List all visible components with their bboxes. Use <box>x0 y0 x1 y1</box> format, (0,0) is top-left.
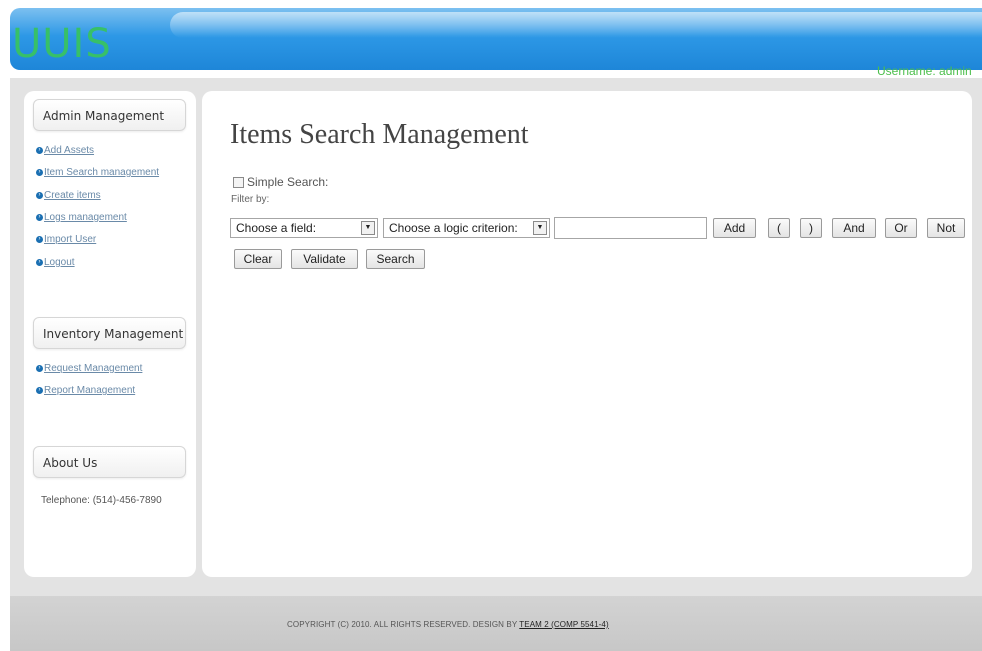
app-logo: UUIS <box>12 21 112 67</box>
sidebar-item-label: Add Assets <box>44 145 95 156</box>
sidebar-heading-about: About Us <box>33 446 186 478</box>
arrow-bullet-icon: › <box>36 386 43 394</box>
username-label: Username: admin <box>877 64 972 78</box>
sidebar-item-label: Import User <box>44 234 97 245</box>
arrow-bullet-icon: › <box>36 146 43 154</box>
simple-search-checkbox[interactable] <box>233 177 244 189</box>
arrow-bullet-icon: › <box>36 364 43 372</box>
filter-value-input[interactable] <box>554 217 707 239</box>
main-panel: Items Search Management Simple Search: F… <box>202 91 972 577</box>
clear-button[interactable]: Clear <box>234 249 282 269</box>
sidebar-item-label: Item Search management <box>44 167 160 178</box>
sidebar-item-import-user[interactable]: › Import User <box>36 234 96 245</box>
sidebar-item-logout[interactable]: › Logout <box>36 257 75 268</box>
sidebar-item-create-items[interactable]: › Create items <box>36 190 101 201</box>
dropdown-arrow-icon: ▼ <box>361 221 375 235</box>
sidebar-item-label: Logout <box>44 257 75 268</box>
sidebar-item-item-search[interactable]: › Item Search management <box>36 167 159 178</box>
arrow-bullet-icon: › <box>36 191 43 199</box>
sidebar-item-label: Create items <box>44 190 101 201</box>
page-title: Items Search Management <box>230 119 529 150</box>
copyright-text: COPYRIGHT (C) 2010. ALL RIGHTS RESERVED.… <box>287 620 609 629</box>
arrow-bullet-icon: › <box>36 213 43 221</box>
sidebar-item-logs[interactable]: › Logs management <box>36 212 127 223</box>
search-button[interactable]: Search <box>366 249 425 269</box>
dropdown-arrow-icon: ▼ <box>533 221 547 235</box>
sidebar-item-label: Logs management <box>44 212 127 223</box>
arrow-bullet-icon: › <box>36 258 43 266</box>
sidebar-heading-inventory: Inventory Management <box>33 317 186 349</box>
sidebar-item-label: Report Management <box>44 385 136 396</box>
team-link[interactable]: TEAM 2 (COMP 5541-4) <box>519 620 608 629</box>
and-button[interactable]: And <box>832 218 876 238</box>
telephone-text: Telephone: (514)-456-7890 <box>41 495 162 506</box>
field-select-value: Choose a field: <box>236 221 317 235</box>
close-paren-button[interactable]: ) <box>800 218 822 238</box>
open-paren-button[interactable]: ( <box>768 218 790 238</box>
criterion-select[interactable]: Choose a logic criterion: ▼ <box>383 218 550 238</box>
sidebar-item-report[interactable]: › Report Management <box>36 385 135 396</box>
arrow-bullet-icon: › <box>36 235 43 243</box>
sidebar-item-add-assets[interactable]: › Add Assets <box>36 145 94 156</box>
filter-by-label: Filter by: <box>231 194 270 205</box>
sidebar-item-request[interactable]: › Request Management <box>36 363 142 374</box>
sidebar-item-label: Request Management <box>44 363 143 374</box>
arrow-bullet-icon: › <box>36 168 43 176</box>
add-button[interactable]: Add <box>713 218 756 238</box>
sidebar: Admin Management › Add Assets › Item Searc… <box>24 91 196 577</box>
not-button[interactable]: Not <box>927 218 965 238</box>
validate-button[interactable]: Validate <box>291 249 358 269</box>
field-select[interactable]: Choose a field: ▼ <box>230 218 378 238</box>
criterion-select-value: Choose a logic criterion: <box>389 221 518 235</box>
simple-search-label: Simple Search: <box>247 175 329 189</box>
header-banner: UUIS <box>10 8 982 70</box>
sidebar-heading-admin: Admin Management <box>33 99 186 131</box>
simple-search-row: Simple Search: <box>233 175 328 189</box>
copyright-label: COPYRIGHT (C) 2010. ALL RIGHTS RESERVED.… <box>287 620 518 629</box>
or-button[interactable]: Or <box>885 218 917 238</box>
